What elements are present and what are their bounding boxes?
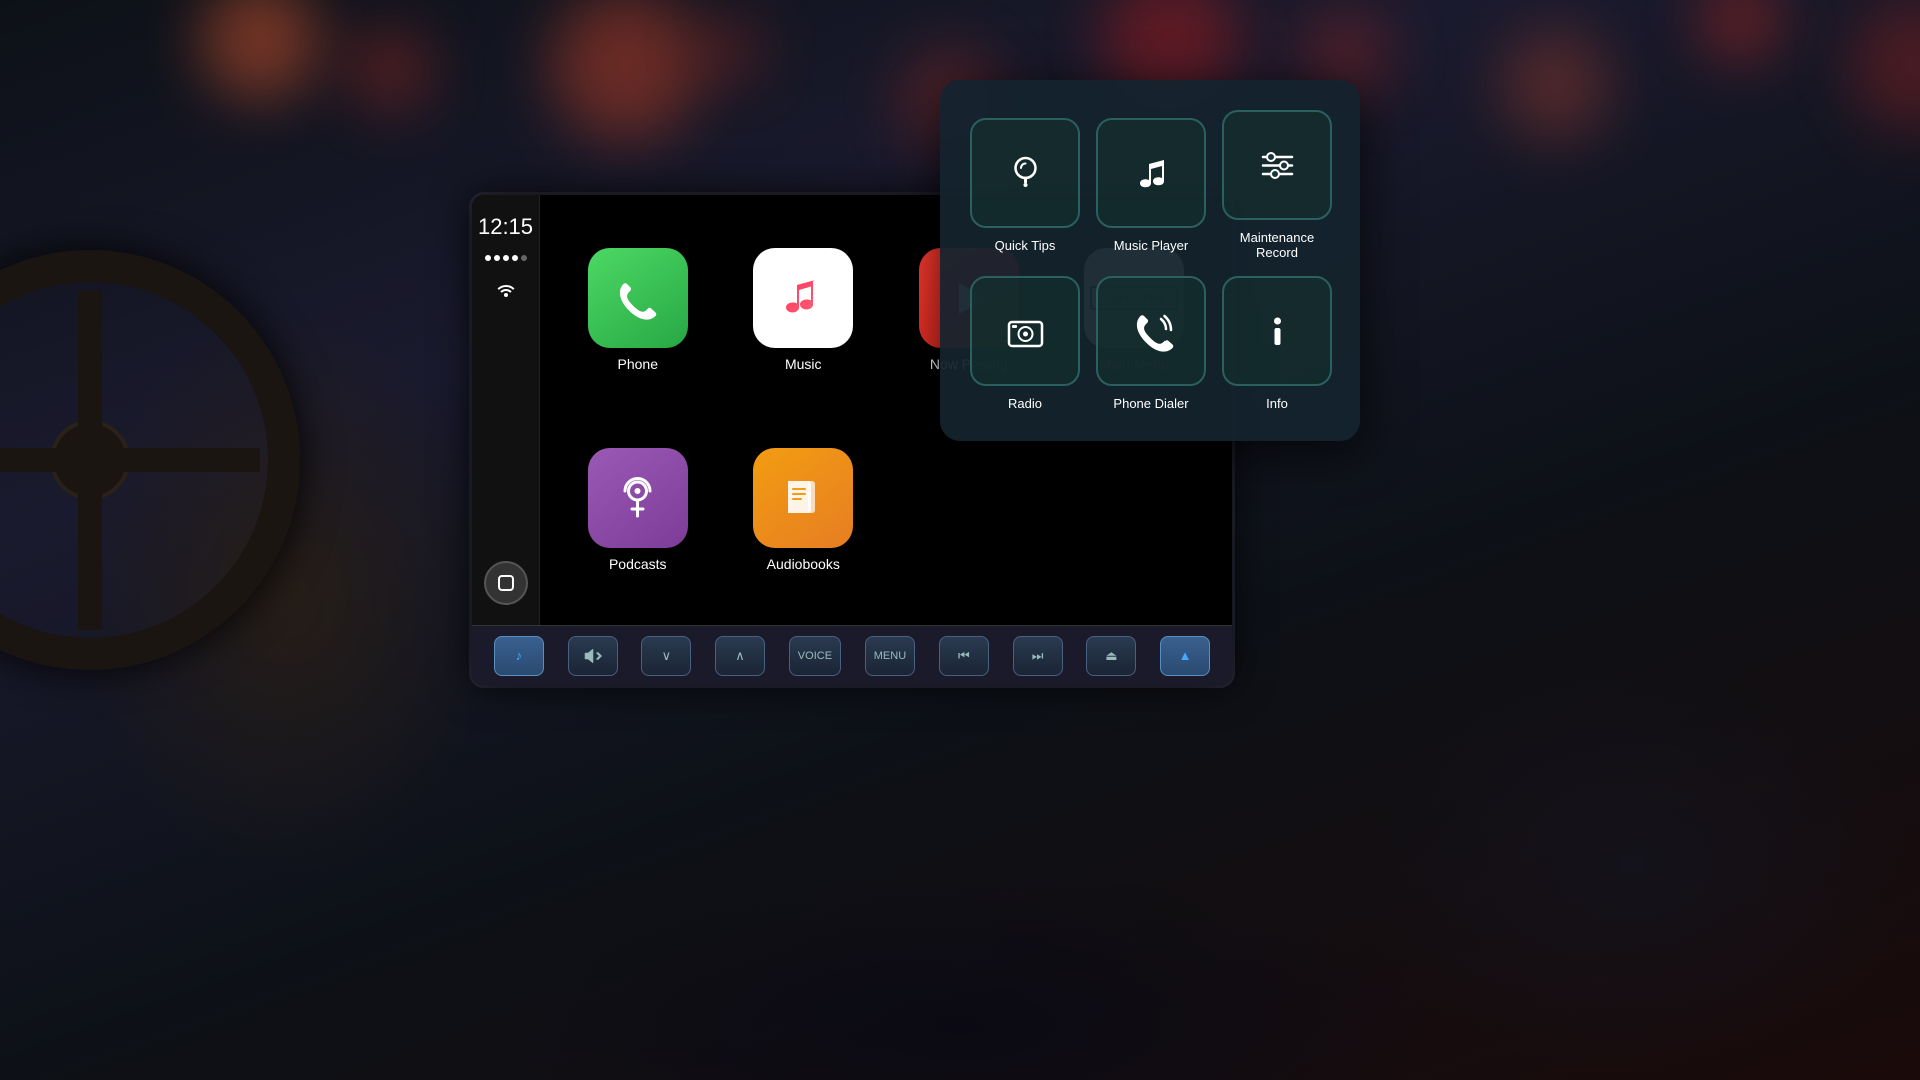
- podcasts-icon: [588, 448, 688, 548]
- radio-icon-box: [970, 276, 1080, 386]
- ctrl-menu[interactable]: MENU: [865, 636, 915, 676]
- music-player-icon-box: [1096, 118, 1206, 228]
- screen-sidebar: 12:15: [472, 195, 540, 625]
- ctrl-prev[interactable]: ⏮: [939, 636, 989, 676]
- app-phone-label: Phone: [618, 356, 658, 372]
- time-display: 12:15: [478, 215, 533, 239]
- phone-dialer-label: Phone Dialer: [1113, 396, 1188, 411]
- wifi-icon: [494, 277, 518, 297]
- menu-item-radio[interactable]: Radio: [970, 276, 1080, 411]
- overlay-menu-panel: Quick Tips Music Player: [940, 80, 1360, 441]
- app-music-label: Music: [785, 356, 822, 372]
- app-podcasts[interactable]: Podcasts: [560, 415, 716, 605]
- quick-tips-label: Quick Tips: [995, 238, 1056, 253]
- app-podcasts-label: Podcasts: [609, 556, 667, 572]
- info-label: Info: [1266, 396, 1288, 411]
- home-button[interactable]: [484, 561, 528, 605]
- phone-icon: [588, 248, 688, 348]
- quick-tips-icon-box: [970, 118, 1080, 228]
- ctrl-mute[interactable]: [568, 636, 618, 676]
- ctrl-music[interactable]: ♪: [494, 636, 544, 676]
- ctrl-down[interactable]: ∨: [641, 636, 691, 676]
- ctrl-next[interactable]: ⏭: [1013, 636, 1063, 676]
- maintenance-icon-box: [1222, 110, 1332, 220]
- audiobooks-icon: [753, 448, 853, 548]
- menu-grid: Quick Tips Music Player: [970, 110, 1330, 411]
- music-icon: [753, 248, 853, 348]
- ctrl-voice[interactable]: VOICE: [789, 636, 841, 676]
- music-player-label: Music Player: [1114, 238, 1188, 253]
- signal-strength: [485, 255, 527, 261]
- menu-item-maintenance[interactable]: Maintenance Record: [1222, 110, 1332, 260]
- app-audiobooks-label: Audiobooks: [767, 556, 840, 572]
- menu-item-info[interactable]: Info: [1222, 276, 1332, 411]
- ctrl-nav[interactable]: ▲: [1160, 636, 1210, 676]
- phone-dialer-icon-box: [1096, 276, 1206, 386]
- app-phone[interactable]: Phone: [560, 215, 716, 405]
- maintenance-label: Maintenance Record: [1222, 230, 1332, 260]
- radio-label: Radio: [1008, 396, 1042, 411]
- ctrl-eject[interactable]: ⏏: [1086, 636, 1136, 676]
- menu-item-music-player[interactable]: Music Player: [1096, 110, 1206, 260]
- menu-item-quick-tips[interactable]: Quick Tips: [970, 110, 1080, 260]
- app-music[interactable]: Music: [726, 215, 882, 405]
- ctrl-up[interactable]: ∧: [715, 636, 765, 676]
- app-audiobooks[interactable]: Audiobooks: [726, 415, 882, 605]
- screen-controls-bar: ♪ ∨ ∧ VOICE MENU ⏮ ⏭ ⏏ ▲: [472, 625, 1232, 685]
- menu-item-phone-dialer[interactable]: Phone Dialer: [1096, 276, 1206, 411]
- info-icon-box: [1222, 276, 1332, 386]
